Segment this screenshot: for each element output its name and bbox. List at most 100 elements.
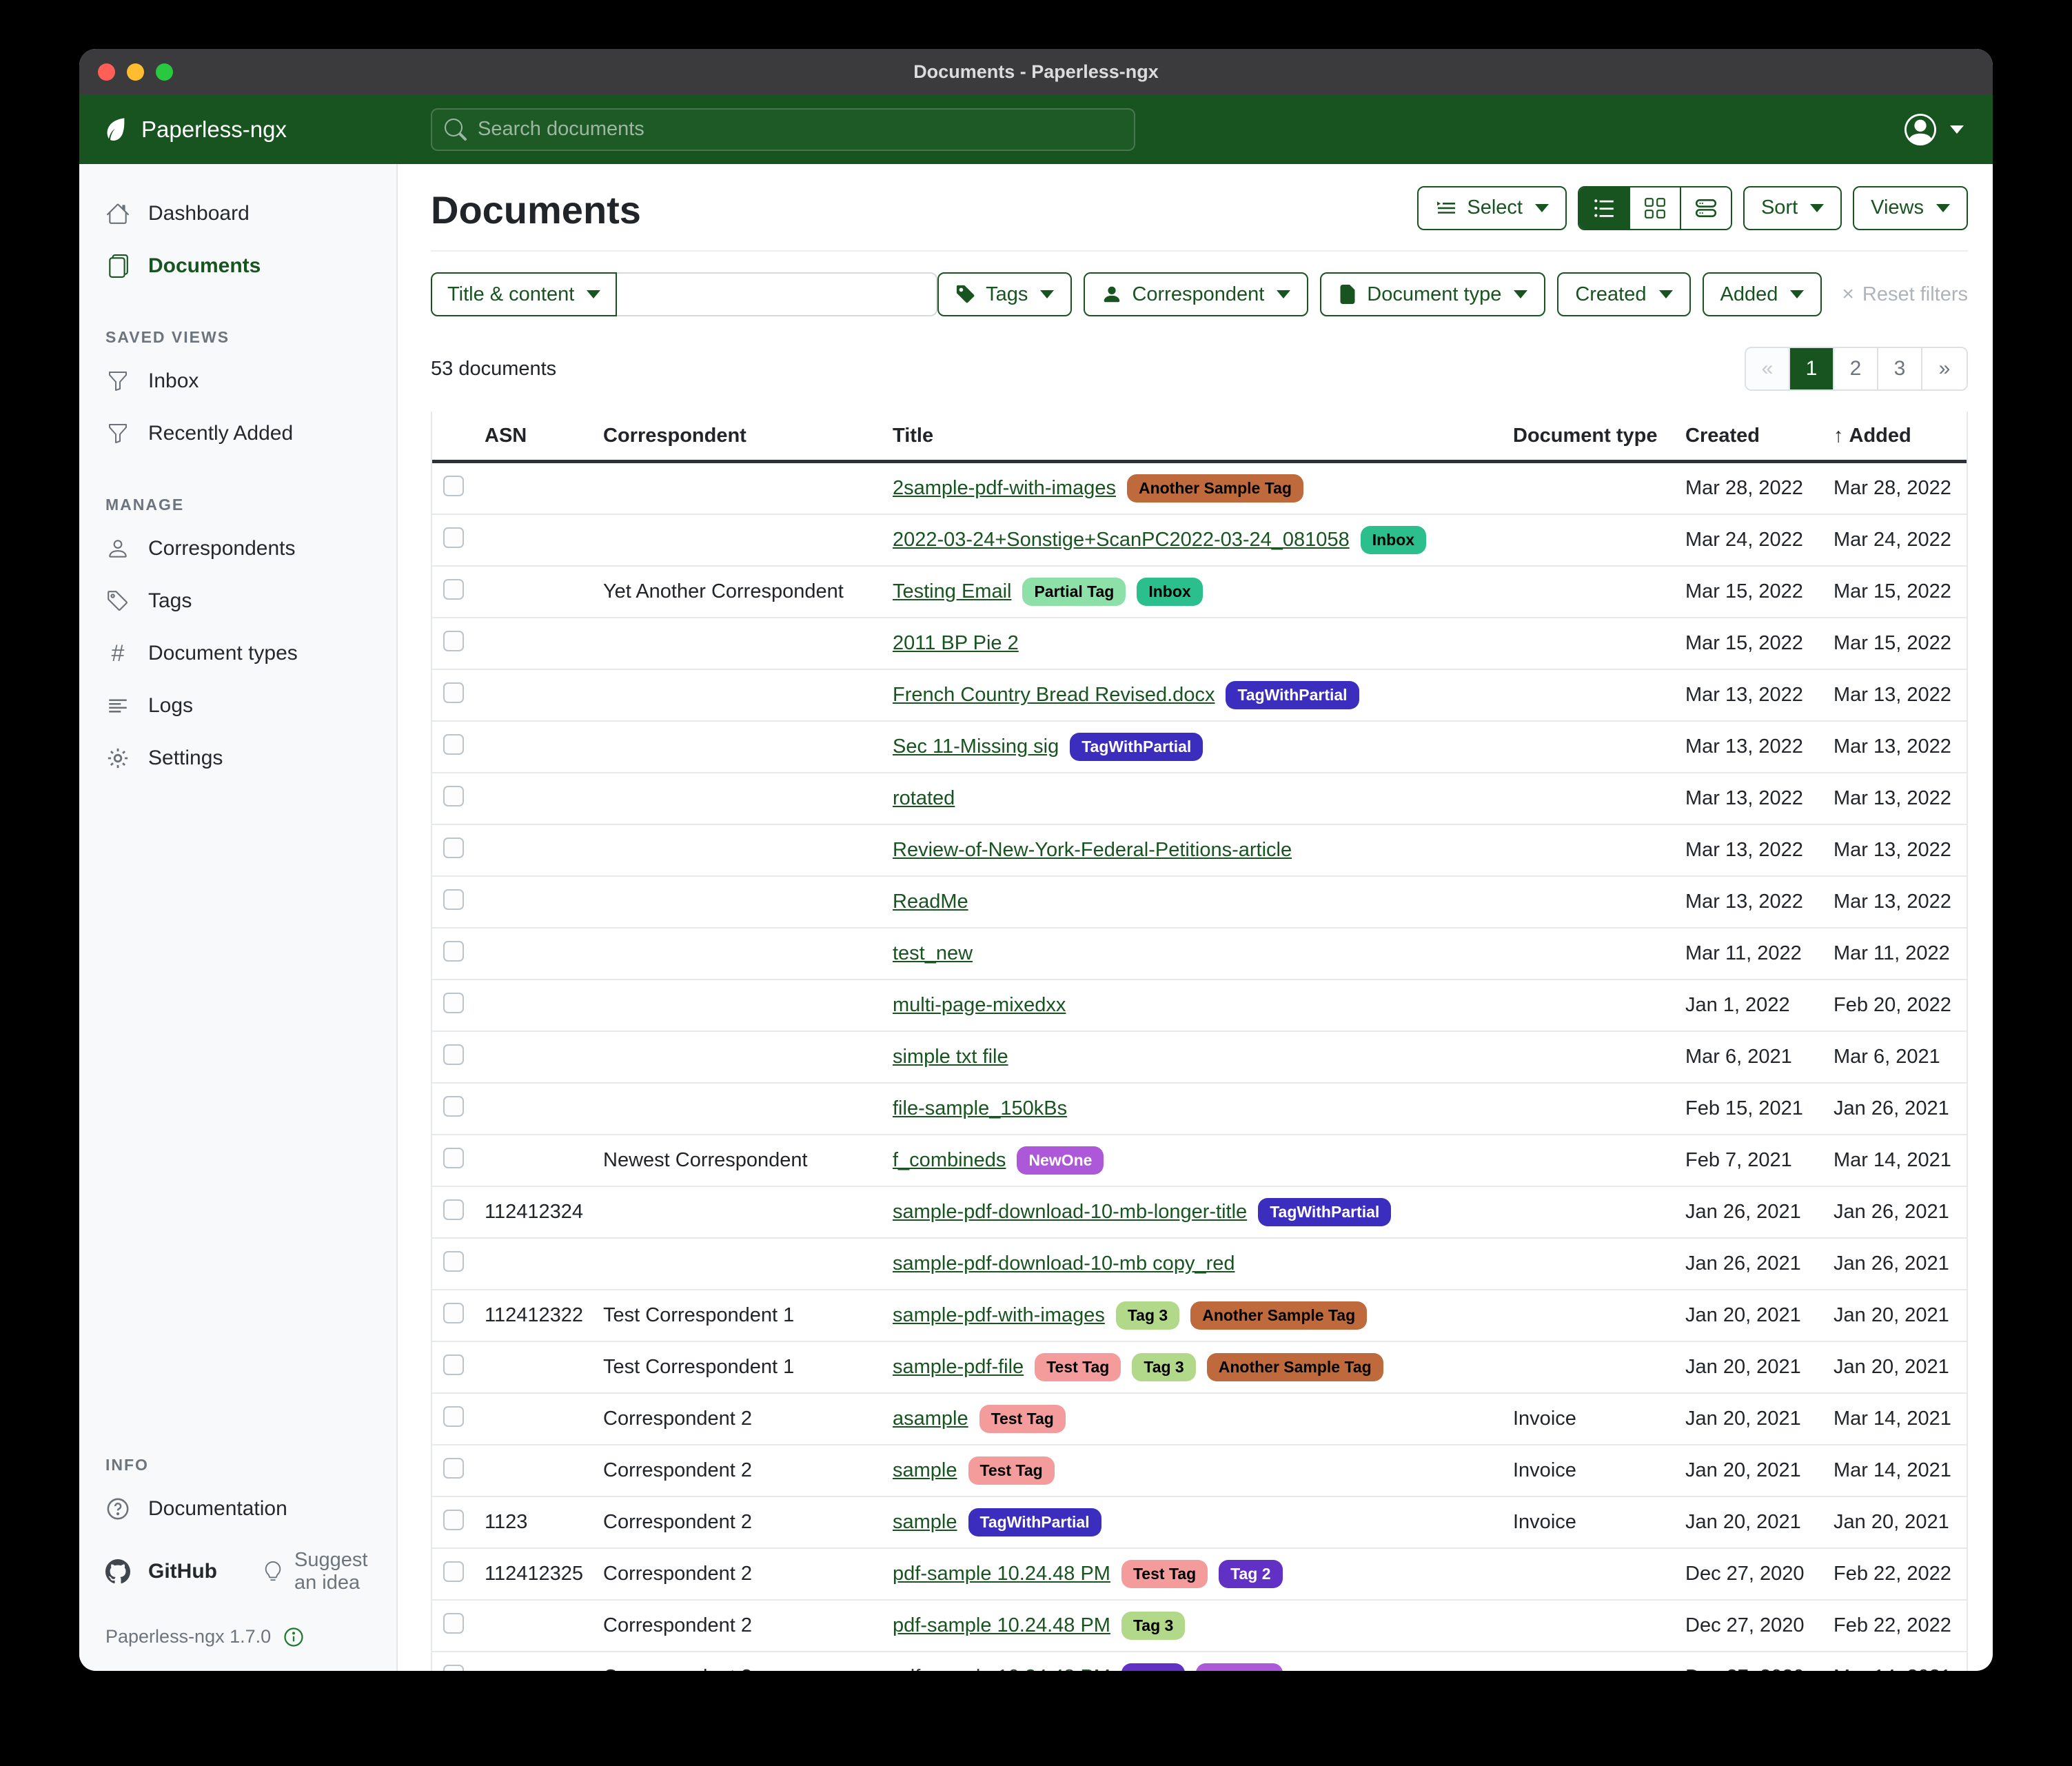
row-checkbox[interactable] — [443, 1303, 464, 1323]
row-correspondent[interactable]: Correspondent 2 — [595, 1614, 884, 1637]
sidebar-item-github[interactable]: GitHub — [148, 1560, 217, 1583]
document-title-link[interactable]: 2011 BP Pie 2 — [893, 632, 1019, 655]
document-title-link[interactable]: 2sample-pdf-with-images — [893, 477, 1116, 500]
tag-badge[interactable]: Inbox — [1137, 578, 1202, 606]
column-header-title[interactable]: Title — [884, 425, 1505, 447]
row-correspondent[interactable]: Correspondent 2 — [595, 1511, 884, 1534]
close-window-button[interactable] — [98, 63, 115, 81]
detail-view-button[interactable] — [1681, 187, 1731, 229]
row-checkbox[interactable] — [443, 1096, 464, 1117]
row-checkbox[interactable] — [443, 1044, 464, 1065]
row-checkbox[interactable] — [443, 838, 464, 858]
tag-badge[interactable]: Test Tag — [1121, 1560, 1208, 1588]
column-header-document-type[interactable]: Document type — [1505, 425, 1677, 447]
minimize-window-button[interactable] — [127, 63, 144, 81]
sort-dropdown-button[interactable]: Sort — [1743, 186, 1842, 230]
row-checkbox[interactable] — [443, 682, 464, 703]
row-correspondent[interactable]: Correspondent 2 — [595, 1408, 884, 1430]
document-title-link[interactable]: pdf-sample 10.24.48 PM — [893, 1563, 1110, 1585]
document-title-link[interactable]: pdf-sample 10.24.48 PM — [893, 1666, 1110, 1671]
row-checkbox[interactable] — [443, 1406, 464, 1427]
sidebar-item-settings[interactable]: Settings — [79, 732, 396, 784]
tag-badge[interactable]: NewOne — [1196, 1663, 1283, 1671]
added-filter-button[interactable]: Added — [1703, 272, 1822, 316]
row-correspondent[interactable]: Correspondent 2 — [595, 1459, 884, 1482]
row-checkbox[interactable] — [443, 579, 464, 600]
row-checkbox[interactable] — [443, 786, 464, 806]
select-dropdown-button[interactable]: Select — [1417, 186, 1567, 230]
document-title-link[interactable]: French Country Bread Revised.docx — [893, 684, 1215, 707]
sidebar-item-inbox[interactable]: Inbox — [79, 355, 396, 407]
sidebar-item-tags[interactable]: Tags — [79, 575, 396, 627]
document-type-filter-button[interactable]: Document type — [1320, 272, 1545, 316]
document-title-link[interactable]: ReadMe — [893, 891, 968, 913]
row-checkbox[interactable] — [443, 1148, 464, 1168]
document-title-link[interactable]: sample-pdf-with-images — [893, 1304, 1105, 1327]
tag-badge[interactable]: Tag 3 — [1132, 1353, 1195, 1381]
pagination-page-2[interactable]: 2 — [1834, 348, 1878, 389]
row-correspondent[interactable]: Correspondent 2 — [595, 1563, 884, 1585]
tag-badge[interactable]: Tag 2 — [1219, 1560, 1282, 1588]
row-checkbox[interactable] — [443, 1665, 464, 1672]
pagination-page-1[interactable]: 1 — [1790, 348, 1834, 389]
row-correspondent[interactable]: Newest Correspondent — [595, 1149, 884, 1172]
document-title-link[interactable]: multi-page-mixedxx — [893, 994, 1066, 1017]
row-checkbox[interactable] — [443, 631, 464, 651]
tag-badge[interactable]: Test Tag — [1035, 1353, 1121, 1381]
tags-filter-button[interactable]: Tags — [937, 272, 1072, 316]
tag-badge[interactable]: Another Sample Tag — [1127, 474, 1303, 503]
document-title-link[interactable]: pdf-sample 10.24.48 PM — [893, 1614, 1110, 1637]
row-checkbox[interactable] — [443, 889, 464, 910]
document-title-link[interactable]: Testing Email — [893, 580, 1011, 603]
tag-badge[interactable]: TagWithPartial — [1070, 733, 1203, 761]
document-title-link[interactable]: 2022-03-24+Sonstige+ScanPC2022-03-24_081… — [893, 529, 1350, 551]
sidebar-item-suggest-idea[interactable]: Suggest an idea — [263, 1549, 370, 1594]
row-checkbox[interactable] — [443, 1251, 464, 1272]
search-input[interactable] — [476, 117, 1121, 141]
filter-query-input[interactable] — [617, 272, 937, 316]
tag-badge[interactable]: Tag 3 — [1121, 1612, 1185, 1640]
correspondent-filter-button[interactable]: Correspondent — [1084, 272, 1308, 316]
sidebar-item-documentation[interactable]: Documentation — [79, 1483, 396, 1535]
tag-badge[interactable]: Test Tag — [979, 1405, 1066, 1433]
row-correspondent[interactable]: Test Correspondent 1 — [595, 1304, 884, 1327]
document-title-link[interactable]: test_new — [893, 942, 973, 965]
row-checkbox[interactable] — [443, 1458, 464, 1479]
row-document-type[interactable]: Invoice — [1505, 1408, 1677, 1430]
user-menu[interactable] — [1905, 114, 1964, 145]
tag-badge[interactable]: TagWithPartial — [968, 1508, 1101, 1536]
pagination-next-button[interactable]: » — [1922, 348, 1967, 389]
row-checkbox[interactable] — [443, 734, 464, 755]
row-correspondent[interactable]: Test Correspondent 1 — [595, 1356, 884, 1379]
row-correspondent[interactable]: Yet Another Correspondent — [595, 580, 884, 603]
tag-badge[interactable]: Another Sample Tag — [1207, 1353, 1383, 1381]
sidebar-item-recently-added[interactable]: Recently Added — [79, 407, 396, 460]
row-checkbox[interactable] — [443, 476, 464, 496]
document-title-link[interactable]: sample-pdf-download-10-mb copy_red — [893, 1252, 1235, 1275]
document-title-link[interactable]: sample — [893, 1511, 957, 1534]
sidebar-item-logs[interactable]: Logs — [79, 680, 396, 732]
document-title-link[interactable]: rotated — [893, 787, 955, 810]
document-title-link[interactable]: asample — [893, 1408, 968, 1430]
views-dropdown-button[interactable]: Views — [1853, 186, 1968, 230]
row-checkbox[interactable] — [443, 1613, 464, 1634]
row-document-type[interactable]: Invoice — [1505, 1511, 1677, 1534]
reset-filters-button[interactable]: × Reset filters — [1842, 283, 1968, 306]
column-header-asn[interactable]: ASN — [476, 425, 595, 447]
tag-badge[interactable]: Inbox — [1361, 526, 1426, 554]
document-title-link[interactable]: f_combineds — [893, 1149, 1006, 1172]
row-checkbox[interactable] — [443, 993, 464, 1013]
row-checkbox[interactable] — [443, 941, 464, 962]
tag-badge[interactable]: NewOne — [1017, 1146, 1104, 1175]
tag-badge[interactable]: Another Sample Tag — [1190, 1301, 1367, 1330]
document-title-link[interactable]: file-sample_150kBs — [893, 1097, 1067, 1120]
row-correspondent[interactable]: Correspondent 2 — [595, 1666, 884, 1671]
sidebar-item-documents[interactable]: Documents — [79, 240, 396, 292]
row-document-type[interactable]: Invoice — [1505, 1459, 1677, 1482]
column-header-correspondent[interactable]: Correspondent — [595, 425, 884, 447]
document-title-link[interactable]: Review-of-New-York-Federal-Petitions-art… — [893, 839, 1292, 862]
tag-badge[interactable]: TagWithPartial — [1258, 1198, 1391, 1226]
brand-link[interactable]: Paperless-ngx — [79, 116, 398, 143]
created-filter-button[interactable]: Created — [1557, 272, 1690, 316]
column-header-created[interactable]: Created — [1677, 425, 1825, 447]
